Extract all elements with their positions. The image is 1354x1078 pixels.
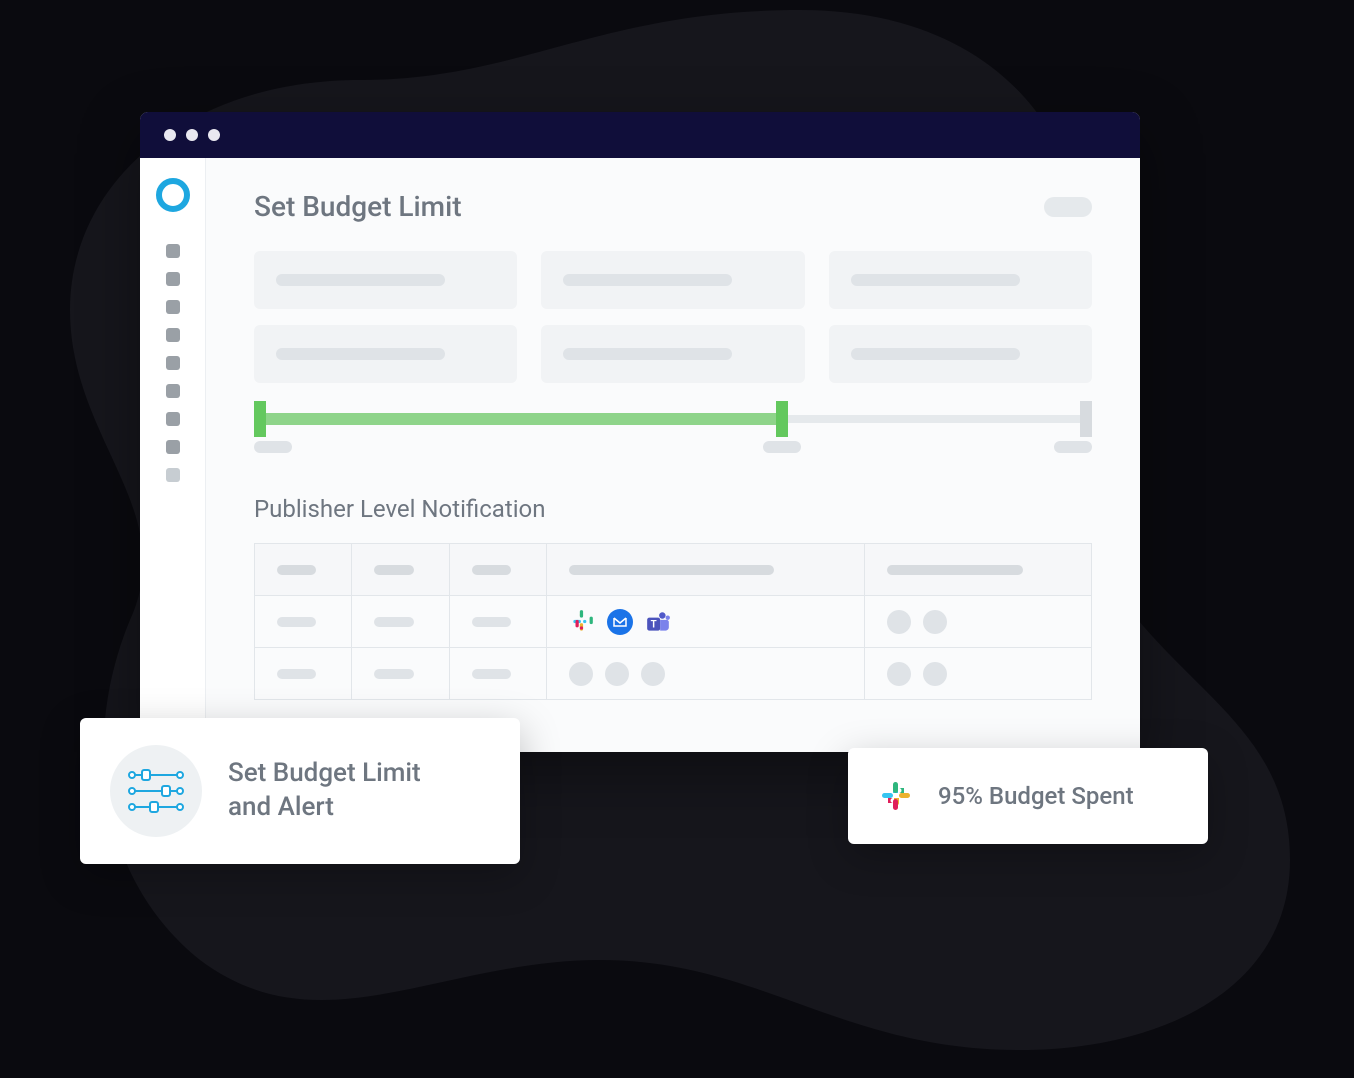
slider-label-current xyxy=(763,441,801,453)
table-header xyxy=(864,544,1091,596)
channel-placeholder[interactable] xyxy=(569,662,593,686)
sidebar-item[interactable] xyxy=(166,356,180,370)
sidebar-item[interactable] xyxy=(166,244,180,258)
table-header xyxy=(546,544,864,596)
traffic-light-close[interactable] xyxy=(164,129,176,141)
page-title: Set Budget Limit xyxy=(254,190,462,223)
section-title: Publisher Level Notification xyxy=(254,495,1092,523)
callout-text: 95% Budget Spent xyxy=(938,782,1134,810)
slack-icon xyxy=(876,776,916,816)
table-row: T xyxy=(255,596,1092,648)
table-row xyxy=(255,648,1092,700)
sidebar xyxy=(140,158,206,752)
budget-progress-slider[interactable] xyxy=(254,415,1092,455)
sidebar-item[interactable] xyxy=(166,272,180,286)
input-card[interactable] xyxy=(541,251,804,309)
sidebar-item[interactable] xyxy=(166,412,180,426)
sliders-icon xyxy=(110,745,202,837)
sidebar-item[interactable] xyxy=(166,384,180,398)
slack-icon[interactable] xyxy=(569,609,595,635)
action-button[interactable] xyxy=(923,610,947,634)
slider-handle-start[interactable] xyxy=(254,401,266,437)
input-card[interactable] xyxy=(829,325,1092,383)
slider-label-start xyxy=(254,441,292,453)
app-logo-icon[interactable] xyxy=(156,178,190,212)
window-titlebar xyxy=(140,112,1140,158)
notification-table: T xyxy=(254,543,1092,700)
action-button[interactable] xyxy=(887,610,911,634)
sidebar-item[interactable] xyxy=(166,300,180,314)
input-card[interactable] xyxy=(254,325,517,383)
input-card[interactable] xyxy=(254,251,517,309)
slider-label-end xyxy=(1054,441,1092,453)
main-content: Set Budget Limit xyxy=(206,158,1140,752)
input-cards-row-2 xyxy=(254,325,1092,383)
table-header xyxy=(352,544,449,596)
channel-placeholder[interactable] xyxy=(641,662,665,686)
svg-text:T: T xyxy=(651,619,657,630)
slider-handle-current[interactable] xyxy=(776,401,788,437)
input-card[interactable] xyxy=(541,325,804,383)
action-button[interactable] xyxy=(887,662,911,686)
sidebar-item[interactable] xyxy=(166,440,180,454)
sidebar-item[interactable] xyxy=(166,468,180,482)
callout-text: Set Budget Limit and Alert xyxy=(228,757,421,825)
sidebar-item[interactable] xyxy=(166,328,180,342)
channel-placeholder[interactable] xyxy=(605,662,629,686)
header-action-button[interactable] xyxy=(1044,197,1092,217)
slider-handle-end[interactable] xyxy=(1080,401,1092,437)
input-card[interactable] xyxy=(829,251,1092,309)
traffic-light-maximize[interactable] xyxy=(208,129,220,141)
main-header: Set Budget Limit xyxy=(254,190,1092,223)
action-button[interactable] xyxy=(923,662,947,686)
input-cards-row-1 xyxy=(254,251,1092,309)
app-window: Set Budget Limit xyxy=(140,112,1140,752)
table-header xyxy=(449,544,546,596)
table-header xyxy=(255,544,352,596)
traffic-light-minimize[interactable] xyxy=(186,129,198,141)
email-icon[interactable] xyxy=(607,609,633,635)
callout-card-budget-spent: 95% Budget Spent xyxy=(848,748,1208,844)
teams-icon[interactable]: T xyxy=(645,609,671,635)
callout-card-budget-limit: Set Budget Limit and Alert xyxy=(80,718,520,864)
window-body: Set Budget Limit xyxy=(140,158,1140,752)
